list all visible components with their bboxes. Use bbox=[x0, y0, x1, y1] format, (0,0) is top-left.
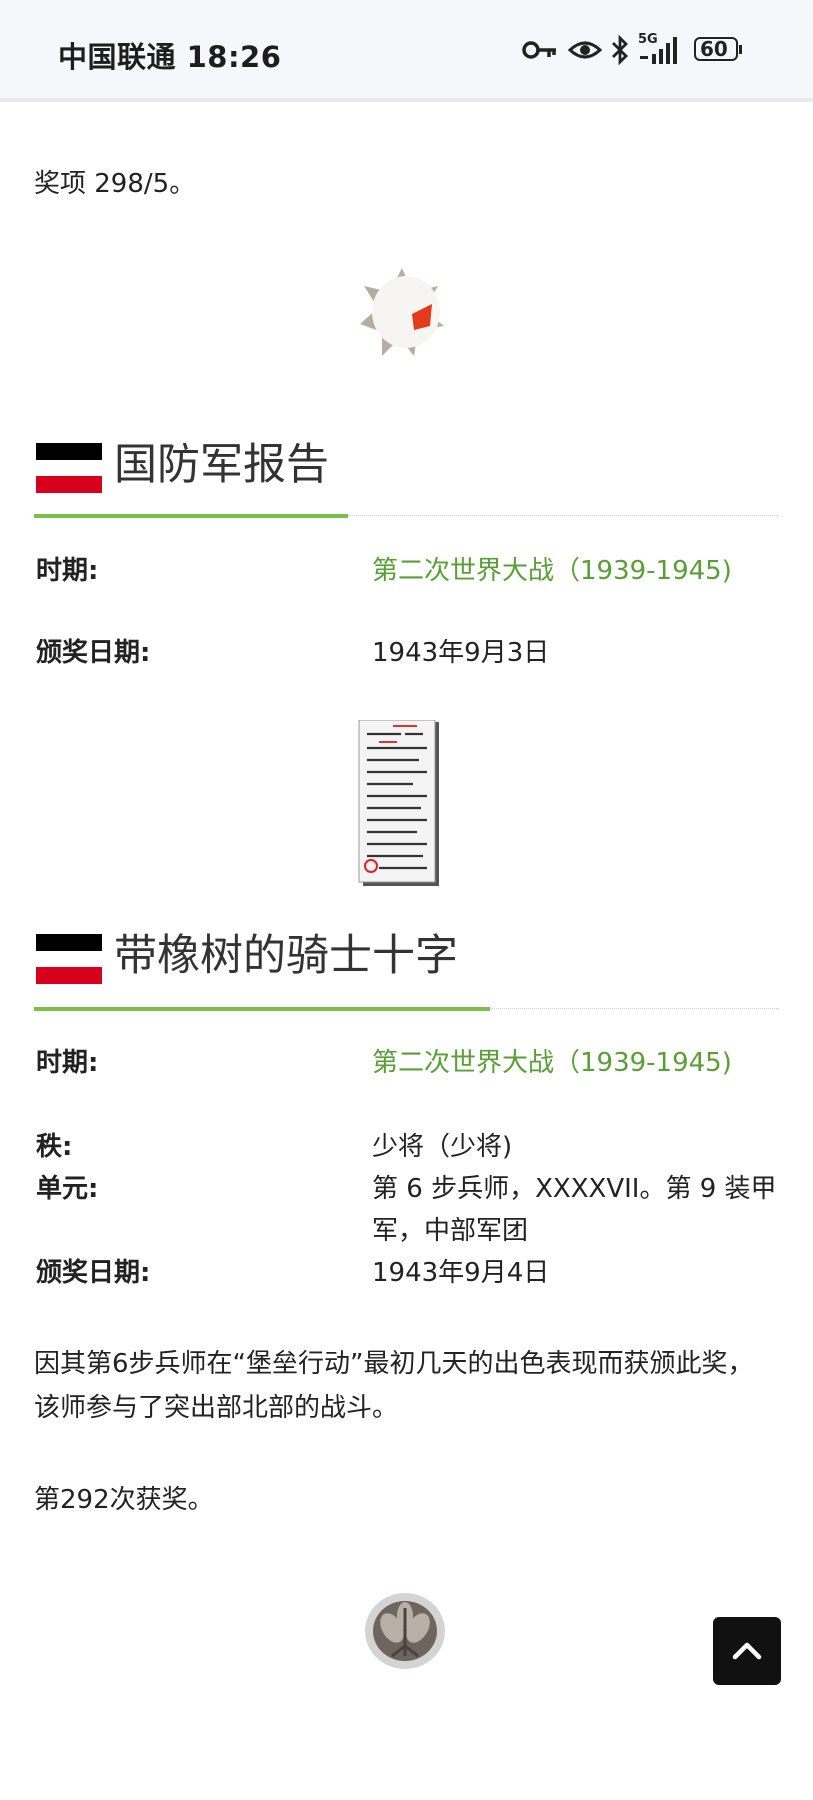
section-title: 国防军报告 bbox=[114, 440, 329, 490]
imperial-flag-icon bbox=[36, 443, 102, 493]
article-content: 奖项 298/5。 国防军报告 时期: 第二次世界大战（1939-1945) 颁… bbox=[0, 102, 813, 1800]
back-to-top-button[interactable] bbox=[713, 1617, 781, 1685]
chevron-up-icon bbox=[732, 1642, 762, 1660]
signal-icon bbox=[640, 37, 677, 64]
rank-label: 秩: bbox=[36, 1132, 73, 1162]
section-title: 带橡树的骑士十字 bbox=[114, 931, 458, 981]
section-accent-bar bbox=[34, 514, 348, 518]
intro-text: 奖项 298/5。 bbox=[34, 169, 196, 199]
award-count: 第292次获奖。 bbox=[34, 1485, 214, 1515]
rank-value: 少将（少将) bbox=[372, 1132, 513, 1162]
period-label: 时期: bbox=[36, 1048, 99, 1078]
report-document-image[interactable] bbox=[357, 719, 443, 888]
section-header-knights-cross: 带橡树的骑士十字 bbox=[36, 928, 556, 988]
eye-icon bbox=[568, 41, 602, 59]
battery-level: 60 bbox=[700, 37, 728, 61]
oak-leaves-image[interactable] bbox=[362, 1590, 448, 1672]
award-image-cross[interactable] bbox=[352, 264, 452, 362]
battery-icon: 60 bbox=[694, 37, 738, 61]
battery-tip bbox=[739, 45, 742, 54]
period-link[interactable]: 第二次世界大战（1939-1945) bbox=[372, 550, 782, 592]
section-header-report: 国防军报告 bbox=[36, 437, 536, 497]
award-date-value: 1943年9月4日 bbox=[372, 1258, 550, 1288]
section-accent-bar bbox=[34, 1007, 490, 1011]
unit-label: 单元: bbox=[36, 1174, 99, 1204]
status-bar: 中国联通 18:26 5G 60 bbox=[0, 0, 813, 102]
unit-value: 第 6 步兵师，XXXXVII。第 9 装甲军，中部军团 bbox=[372, 1174, 777, 1246]
award-date-label: 颁奖日期: bbox=[36, 1258, 151, 1288]
carrier-time: 中国联通 18:26 bbox=[58, 40, 282, 74]
period-label: 时期: bbox=[36, 556, 99, 586]
bluetooth-icon bbox=[612, 34, 628, 66]
award-description: 因其第6步兵师在“堡垒行动”最初几天的出色表现而获颁此奖，该师参与了突出部北部的… bbox=[34, 1349, 754, 1423]
award-date-label: 颁奖日期: bbox=[36, 638, 151, 668]
key-icon bbox=[522, 41, 556, 59]
period-link[interactable]: 第二次世界大战（1939-1945) bbox=[372, 1042, 782, 1084]
award-date-value: 1943年9月3日 bbox=[372, 638, 550, 668]
imperial-flag-icon bbox=[36, 934, 102, 984]
